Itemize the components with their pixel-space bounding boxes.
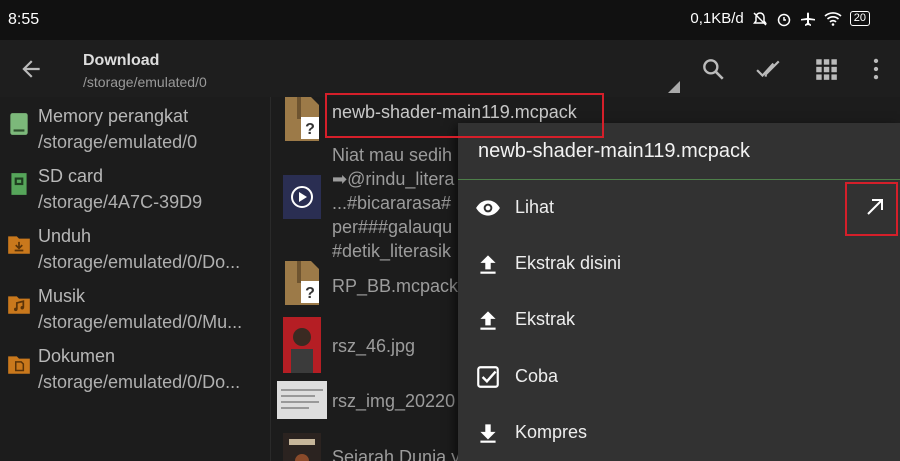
- battery-indicator: 20: [849, 11, 870, 26]
- sidebar-item-path: /storage/emulated/0: [38, 132, 198, 152]
- device-storage-icon: [10, 113, 28, 135]
- menu-item-view[interactable]: Lihat: [458, 180, 900, 236]
- upload-icon: [480, 311, 496, 330]
- file-name: rsz_46.jpg: [332, 336, 416, 356]
- wifi-icon: [824, 11, 842, 26]
- book-thumbnail: [283, 433, 321, 461]
- airplane-icon: [800, 12, 815, 26]
- menu-item-label: Coba: [515, 366, 559, 386]
- menu-item-extract-here[interactable]: Ekstrak disini: [458, 236, 900, 292]
- status-bar: 8:55 0,1KB/d 20: [0, 0, 900, 40]
- sidebar-item-sd-card[interactable]: SD card /storage/4A7C-39D9: [0, 157, 270, 217]
- menu-item-label: Ekstrak disini: [515, 253, 622, 273]
- mute-bell-icon: [752, 11, 767, 26]
- status-time: 8:55: [8, 11, 40, 28]
- open-external-highlight-box: [845, 182, 898, 236]
- alarm-icon: [777, 13, 790, 26]
- file-name: RP_BB.mcpack: [332, 276, 459, 296]
- checkbox-icon: [477, 366, 499, 388]
- menu-item-extract[interactable]: Ekstrak: [458, 292, 900, 348]
- file-name: Sejarah Dunia y: [332, 447, 461, 461]
- eye-icon: [476, 200, 500, 216]
- back-arrow-icon[interactable]: [18, 56, 44, 82]
- storage-sidebar: Memory perangkat /storage/emulated/0 SD …: [0, 97, 271, 461]
- sidebar-item-label: Unduh: [38, 226, 92, 246]
- svg-text:?: ?: [305, 121, 315, 138]
- download-icon: [480, 424, 496, 443]
- filename-highlight-box: [325, 93, 604, 138]
- current-path: /storage/emulated/0: [83, 74, 207, 90]
- document-thumbnail: [277, 381, 327, 419]
- search-icon[interactable]: [700, 56, 726, 82]
- sidebar-item-label: Musik: [38, 286, 86, 306]
- sidebar-item-path: /storage/emulated/0/Mu...: [38, 312, 243, 332]
- sidebar-item-label: Dokumen: [38, 346, 116, 366]
- sd-card-icon: [11, 173, 27, 195]
- file-name-line: ➡@rindu_litera: [332, 169, 455, 189]
- menu-title: newb-shader-main119.mcpack: [478, 140, 750, 162]
- sidebar-item-label: Memory perangkat: [38, 106, 189, 126]
- sidebar-item-label: SD card: [38, 166, 104, 186]
- sidebar-item-path: /storage/emulated/0/Do...: [38, 252, 241, 272]
- menu-item-label: Kompres: [515, 422, 588, 442]
- app-bar: Download /storage/emulated/0: [0, 40, 900, 97]
- folder-document-icon: [8, 356, 30, 374]
- sidebar-item-music[interactable]: Musik /storage/emulated/0/Mu...: [0, 277, 270, 337]
- file-name: rsz_img_20220: [332, 391, 456, 411]
- file-name-line: #detik_literasik: [332, 241, 452, 261]
- sidebar-item-documents[interactable]: Dokumen /storage/emulated/0/Do...: [0, 337, 270, 397]
- menu-item-label: Ekstrak: [515, 309, 576, 329]
- corner-indicator: [668, 81, 680, 93]
- page-title: Download: [83, 52, 160, 69]
- archive-unknown-icon: ?: [285, 261, 319, 305]
- upload-icon: [480, 255, 496, 274]
- svg-text:?: ?: [305, 285, 315, 302]
- archive-unknown-icon: ?: [285, 97, 319, 141]
- grid-view-icon[interactable]: [813, 56, 839, 82]
- file-name-line: per###galauqu: [332, 217, 453, 237]
- video-play-icon: [283, 175, 321, 219]
- sidebar-item-device-memory[interactable]: Memory perangkat /storage/emulated/0: [0, 97, 270, 157]
- sidebar-item-path: /storage/4A7C-39D9: [38, 192, 203, 212]
- folder-download-icon: [8, 236, 30, 254]
- file-context-menu: newb-shader-main119.mcpack Lihat Ekstrak…: [458, 123, 900, 461]
- menu-item-test[interactable]: Coba: [458, 349, 900, 405]
- file-name-line: ...#bicararasa#: [332, 193, 452, 213]
- menu-item-label: Lihat: [515, 197, 555, 217]
- folder-music-icon: [8, 296, 30, 314]
- more-options-icon[interactable]: [863, 56, 889, 82]
- photo-thumbnail: [283, 317, 321, 373]
- select-all-icon[interactable]: [756, 56, 782, 82]
- sidebar-item-downloads[interactable]: Unduh /storage/emulated/0/Do...: [0, 217, 270, 277]
- menu-item-compress[interactable]: Kompres: [458, 405, 900, 461]
- network-speed: 0,1KB/d: [690, 10, 744, 27]
- sidebar-item-path: /storage/emulated/0/Do...: [38, 372, 241, 392]
- file-name-line: Niat mau sedih: [332, 145, 453, 165]
